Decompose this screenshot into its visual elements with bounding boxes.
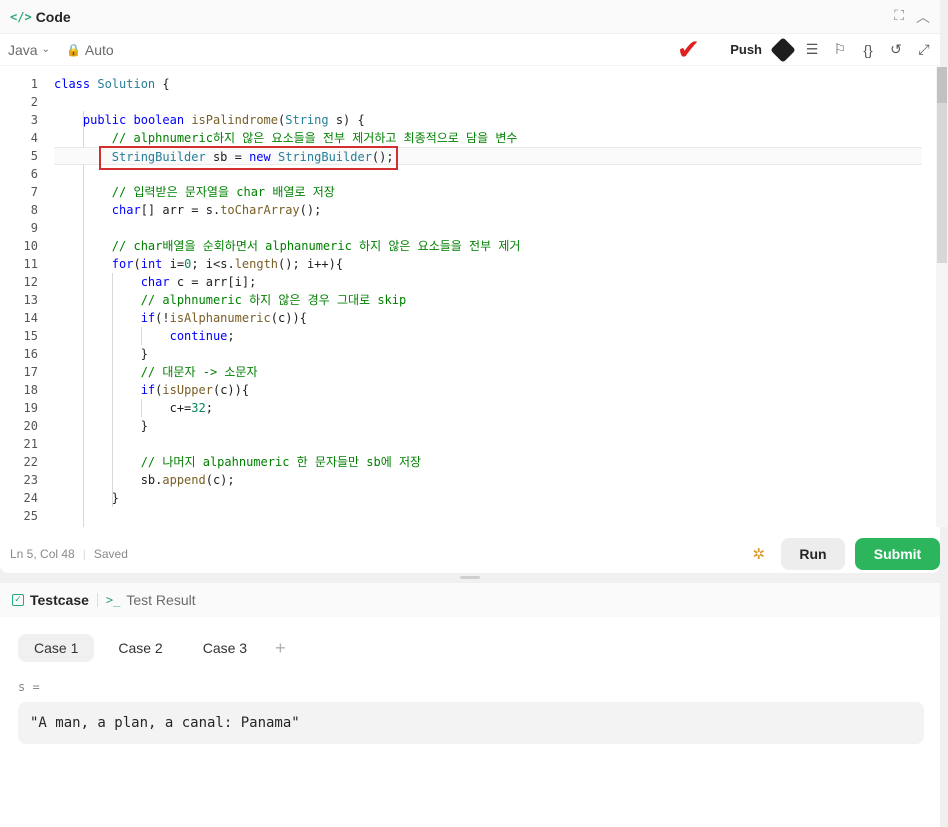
line-number: 9 <box>30 221 38 235</box>
line-number: 15 <box>23 329 38 343</box>
line-number: 11 <box>23 257 38 271</box>
code-editor[interactable]: 1 2 3 4 5 6 7 8 9 10 11 12 13 14 15 16 17 18 19 20 21 22 23 24 2… <box>0 67 940 527</box>
testcase-input[interactable]: "A man, a plan, a canal: Panama" <box>18 702 924 744</box>
test-panel-header: ✓ Testcase >_ Test Result <box>0 583 940 617</box>
code-line: } <box>54 419 148 433</box>
line-number: 23 <box>23 473 38 487</box>
line-number: 4 <box>30 131 38 145</box>
code-line: // 입력받은 문자열을 char 배열로 저장 <box>111 185 335 199</box>
tab-result-label: Test Result <box>126 592 196 608</box>
terminal-icon: >_ <box>105 593 121 607</box>
line-gutter: 1 2 3 4 5 6 7 8 9 10 11 12 13 14 15 16 17 18 19 20 21 22 23 24 2… <box>0 75 44 525</box>
highlight-annotation-box <box>99 146 398 170</box>
variable-label: s = <box>18 680 40 694</box>
lock-icon: 🔒 <box>65 42 81 57</box>
line-number: 20 <box>23 419 38 433</box>
code-icon: </> <box>10 9 32 24</box>
mode-label[interactable]: Auto <box>85 42 114 58</box>
case-tab-3[interactable]: Case 3 <box>187 634 263 662</box>
code-line: for(int i=0; i<s.length(); i++){ <box>111 257 344 271</box>
resize-handle[interactable] <box>460 576 480 579</box>
code-line: } <box>54 491 120 505</box>
code-line: if(!isAlphanumeric(c)){ <box>140 311 307 325</box>
line-number: 16 <box>23 347 38 361</box>
line-number: 6 <box>30 167 38 181</box>
save-status: Saved <box>93 547 128 561</box>
code-panel-header: </> Code ⛶ ︿ <box>0 0 940 34</box>
code-line: // 나머지 alpahnumeric 한 문자들만 sb에 저장 <box>140 455 422 469</box>
panel-title: Code <box>35 8 71 25</box>
line-number: 7 <box>30 185 38 199</box>
undo-icon[interactable]: ↺ <box>888 41 904 58</box>
editor-toolbar: Java ⌄ 🔒 Auto ✔ Push ☰ ⚐ {} ↺ ⤢ <box>0 34 940 66</box>
code-line: c+=32; <box>54 401 213 415</box>
debug-icon[interactable]: ✲ <box>752 545 765 563</box>
status-divider: | <box>82 547 86 561</box>
status-bar: Ln 5, Col 48 | Saved ✲ Run Submit <box>0 534 940 574</box>
chevron-down-icon: ⌄ <box>41 44 50 55</box>
line-number: 22 <box>23 455 38 469</box>
line-number: 24 <box>23 491 38 505</box>
code-line: // 대문자 -> 소문자 <box>140 365 258 379</box>
line-number: 1 <box>30 77 38 91</box>
checkbox-icon: ✓ <box>12 594 24 606</box>
cursor-position: Ln 5, Col 48 <box>10 547 75 561</box>
run-button[interactable]: Run <box>781 538 845 570</box>
code-content[interactable]: class Solution { public boolean isPalind… <box>54 75 922 525</box>
code-line: // alphnumeric 하지 않은 경우 그대로 skip <box>140 293 407 307</box>
test-panel: ✓ Testcase >_ Test Result Case 1 Case 2 … <box>0 583 940 827</box>
line-number: 21 <box>23 437 38 451</box>
line-number: 12 <box>23 275 38 289</box>
push-button[interactable]: Push <box>730 42 762 57</box>
tab-testcase[interactable]: ✓ Testcase <box>12 592 89 608</box>
code-line: continue; <box>169 329 235 343</box>
format-icon[interactable]: ☰ <box>804 41 820 58</box>
vertical-scrollbar[interactable] <box>936 67 948 527</box>
case-tabs: Case 1 Case 2 Case 3 + <box>18 634 940 662</box>
line-number: 19 <box>23 401 38 415</box>
line-number: 8 <box>30 203 38 217</box>
collapse-icon[interactable]: ︿ <box>916 7 930 27</box>
line-number: 10 <box>23 239 38 253</box>
code-line: public boolean isPalindrome(String s) { <box>82 113 365 127</box>
code-line: if(isUpper(c)){ <box>140 383 250 397</box>
fullscreen-icon[interactable]: ⛶ <box>894 7 904 27</box>
language-select[interactable]: Java ⌄ <box>8 42 50 58</box>
code-line: class Solution { <box>54 77 170 91</box>
tab-test-result[interactable]: >_ Test Result <box>106 592 196 608</box>
case-tab-2[interactable]: Case 2 <box>102 634 178 662</box>
code-line: char[] arr = s.toCharArray(); <box>111 203 322 217</box>
line-number: 5 <box>30 149 38 163</box>
line-number: 25 <box>23 509 38 523</box>
code-line: char c = arr[i]; <box>140 275 257 289</box>
line-number: 18 <box>23 383 38 397</box>
code-line: sb.append(c); <box>54 473 235 487</box>
line-number: 17 <box>23 365 38 379</box>
plus-icon[interactable]: + <box>275 638 286 659</box>
line-number: 14 <box>23 311 38 325</box>
expand-icon[interactable]: ⤢ <box>916 41 932 58</box>
submit-button[interactable]: Submit <box>855 538 940 570</box>
git-icon[interactable] <box>770 36 796 63</box>
code-line: } <box>54 347 148 361</box>
checkmark-icon: ✔ <box>676 33 701 65</box>
tab-testcase-label: Testcase <box>30 592 89 608</box>
bookmark-icon[interactable]: ⚐ <box>832 41 848 58</box>
scrollbar-thumb[interactable] <box>937 67 947 103</box>
line-number: 13 <box>23 293 38 307</box>
tab-divider <box>96 593 98 607</box>
code-line: // alphnumeric하지 않은 요소들을 전부 제거하고 최종적으로 담… <box>111 131 518 145</box>
line-number: 3 <box>30 113 38 127</box>
case-tab-1[interactable]: Case 1 <box>18 634 95 662</box>
braces-icon[interactable]: {} <box>860 42 876 58</box>
language-label: Java <box>8 41 38 58</box>
code-line: // char배열을 순회하면서 alphanumeric 하지 않은 요소들을… <box>111 239 521 253</box>
line-number: 2 <box>30 95 38 109</box>
scrollbar-track-overview <box>937 103 947 263</box>
